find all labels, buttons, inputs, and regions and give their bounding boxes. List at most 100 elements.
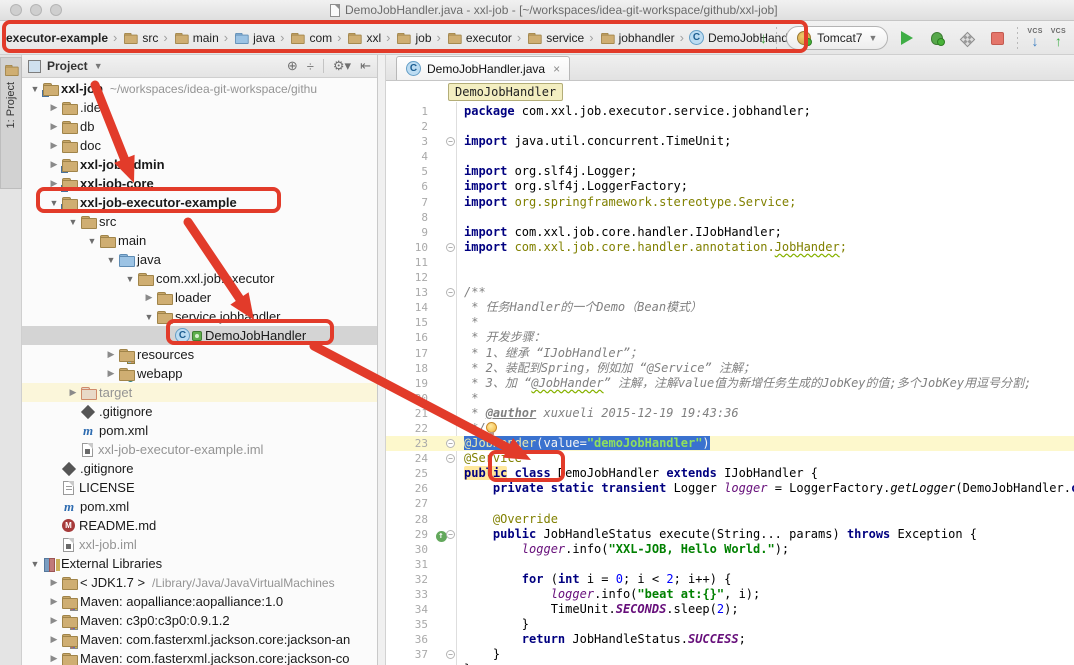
fold-marker-icon[interactable]: −: [446, 650, 455, 659]
stop-button[interactable]: [986, 26, 1008, 50]
tree-item-label: Maven: c3p0:c3p0:0.9.1.2: [80, 613, 230, 628]
vcs-update-button[interactable]: VCS ↓: [1027, 28, 1042, 48]
fold-marker-icon[interactable]: −: [446, 454, 455, 463]
tree-item-loader[interactable]: ▶loader: [22, 288, 377, 307]
settings-gear-icon[interactable]: ⚙▾: [333, 58, 351, 74]
tree-toggle-icon[interactable]: ▶: [47, 102, 61, 113]
collapse-all-icon[interactable]: ÷: [307, 59, 314, 74]
tree-item-readme-md[interactable]: MREADME.md: [22, 516, 377, 535]
code-text: *: [464, 315, 1074, 330]
tree-toggle-icon[interactable]: ▶: [47, 615, 61, 626]
tree-toggle-icon[interactable]: ▶: [47, 577, 61, 588]
breadcrumb-item-src[interactable]: src: [122, 30, 158, 46]
run-button[interactable]: [896, 26, 918, 50]
tree-item-maven-aopalliance-aopalliance-1-0[interactable]: ▶Maven: aopalliance:aopalliance:1.0: [22, 592, 377, 611]
tree-toggle-icon[interactable]: ▶: [47, 596, 61, 607]
debug-button[interactable]: [926, 26, 948, 50]
class-icon: C: [406, 61, 421, 76]
tree-item--gitignore[interactable]: .gitignore: [22, 459, 377, 478]
locate-icon[interactable]: ⊕: [287, 58, 298, 74]
tree-item-target[interactable]: ▶target: [22, 383, 377, 402]
tree-toggle-icon[interactable]: ▼: [28, 84, 42, 94]
code-area[interactable]: 1package com.xxl.job.executor.service.jo…: [386, 102, 1074, 665]
minimize-window-icon[interactable]: [30, 4, 42, 16]
tree-item-xxl-job-executor-example-iml[interactable]: xxl-job-executor-example.iml: [22, 440, 377, 459]
tree-toggle-icon[interactable]: ▼: [142, 312, 156, 322]
coverage-button[interactable]: [956, 26, 978, 50]
fold-marker-icon[interactable]: −: [446, 243, 455, 252]
tree-item-pom-xml[interactable]: mpom.xml: [22, 497, 377, 516]
vcs-commit-button[interactable]: VCS ↑: [1051, 28, 1066, 48]
tree-toggle-icon[interactable]: ▶: [47, 140, 61, 151]
tree-item-src[interactable]: ▼src: [22, 212, 377, 231]
tree-toggle-icon[interactable]: ▼: [47, 198, 61, 208]
tree-item-license[interactable]: LICENSE: [22, 478, 377, 497]
module-file-icon: [63, 538, 74, 552]
fold-marker-icon[interactable]: −: [446, 530, 455, 539]
tree-item-xxl-job-executor-example[interactable]: ▼ xxl-job-executor-example: [22, 193, 377, 212]
panel-splitter[interactable]: [378, 55, 386, 665]
breadcrumb-item-executor-example[interactable]: executor-example: [6, 31, 108, 45]
tree-toggle-icon[interactable]: ▼: [28, 559, 42, 569]
tree-toggle-icon[interactable]: ▶: [66, 387, 80, 398]
run-configuration-select[interactable]: Tomcat7 ▼: [786, 26, 888, 50]
breadcrumb-item-com[interactable]: com: [289, 30, 332, 46]
hide-panel-icon[interactable]: ⇤: [360, 58, 371, 74]
tree-item-demojobhandler[interactable]: CDemoJobHandler: [22, 326, 377, 345]
tree-item-xxl-job-iml[interactable]: xxl-job.iml: [22, 535, 377, 554]
navigate-down-icon[interactable]: ↓: [760, 30, 768, 47]
tree-item-external-libraries[interactable]: ▼External Libraries: [22, 554, 377, 573]
tree-item-doc[interactable]: ▶doc: [22, 136, 377, 155]
tree-item--gitignore[interactable]: .gitignore: [22, 402, 377, 421]
tree-item-xxl-job[interactable]: ▼xxl-job~/workspaces/idea-git-workspace/…: [22, 79, 377, 98]
tree-item-db[interactable]: ▶db: [22, 117, 377, 136]
breadcrumb-item-xxl[interactable]: xxl: [346, 30, 381, 46]
tree-item-java[interactable]: ▼java: [22, 250, 377, 269]
tree-toggle-icon[interactable]: ▶: [47, 178, 61, 189]
intention-bulb-icon[interactable]: [486, 422, 497, 433]
fold-marker-icon[interactable]: −: [446, 137, 455, 146]
tree-item-com-xxl-job-executor[interactable]: ▼com.xxl.job.executor: [22, 269, 377, 288]
tree-item-xxl-job-core[interactable]: ▶xxl-job-core: [22, 174, 377, 193]
tree-toggle-icon[interactable]: ▼: [123, 274, 137, 284]
chevron-down-icon[interactable]: ▼: [94, 61, 103, 71]
fold-marker-icon[interactable]: −: [446, 439, 455, 448]
breadcrumb-item-main[interactable]: main: [173, 30, 219, 46]
close-window-icon[interactable]: [10, 4, 22, 16]
tree-toggle-icon[interactable]: ▶: [47, 653, 61, 664]
tree-item-pom-xml[interactable]: mpom.xml: [22, 421, 377, 440]
tree-toggle-icon[interactable]: ▼: [66, 217, 80, 227]
tree-toggle-icon[interactable]: ▶: [104, 349, 118, 360]
tree-item--jdk1-7-[interactable]: ▶< JDK1.7 >/Library/Java/JavaVirtualMach…: [22, 573, 377, 592]
tree-toggle-icon[interactable]: ▶: [47, 159, 61, 170]
line-number: 13: [386, 285, 428, 300]
tree-toggle-icon[interactable]: ▶: [47, 121, 61, 132]
tree-item--idea[interactable]: ▶.idea: [22, 98, 377, 117]
tree-item-webapp[interactable]: ▶webapp: [22, 364, 377, 383]
fold-marker-icon[interactable]: −: [446, 288, 455, 297]
breadcrumb-item-java[interactable]: java: [233, 30, 275, 46]
tree-toggle-icon[interactable]: ▼: [104, 255, 118, 265]
class-breadcrumb-chip[interactable]: DemoJobHandler: [448, 83, 563, 101]
tree-item-main[interactable]: ▼main: [22, 231, 377, 250]
project-tool-tab[interactable]: 1: Project: [0, 57, 22, 189]
tree-toggle-icon[interactable]: ▶: [104, 368, 118, 379]
breadcrumb-item-job[interactable]: job: [395, 30, 431, 46]
tree-item-maven-com-fasterxml-jackson-core-jackson-co[interactable]: ▶Maven: com.fasterxml.jackson.core:jacks…: [22, 649, 377, 665]
tree-item-label: xxl-job-executor-example: [80, 195, 237, 210]
line-number: 10: [386, 240, 428, 255]
tree-item-resources[interactable]: ▶resources: [22, 345, 377, 364]
tree-toggle-icon[interactable]: ▶: [47, 634, 61, 645]
breadcrumb-item-service[interactable]: service: [526, 30, 584, 46]
tree-toggle-icon[interactable]: ▶: [142, 292, 156, 303]
tree-item-maven-com-fasterxml-jackson-core-jackson-an[interactable]: ▶Maven: com.fasterxml.jackson.core:jacks…: [22, 630, 377, 649]
breadcrumb-item-executor[interactable]: executor: [446, 30, 512, 46]
tree-item-xxl-job-admin[interactable]: ▶xxl-job-admin: [22, 155, 377, 174]
editor-tab-demojobhandler[interactable]: C DemoJobHandler.java ×: [396, 56, 570, 80]
tree-item-service-jobhandler[interactable]: ▼service.jobhandler: [22, 307, 377, 326]
zoom-window-icon[interactable]: [50, 4, 62, 16]
tree-toggle-icon[interactable]: ▼: [85, 236, 99, 246]
tree-item-maven-c3p0-c3p0-0-9-1-2[interactable]: ▶ Maven: c3p0:c3p0:0.9.1.2: [22, 611, 377, 630]
breadcrumb-item-jobhandler[interactable]: jobhandler: [599, 30, 675, 46]
close-tab-icon[interactable]: ×: [553, 62, 560, 76]
